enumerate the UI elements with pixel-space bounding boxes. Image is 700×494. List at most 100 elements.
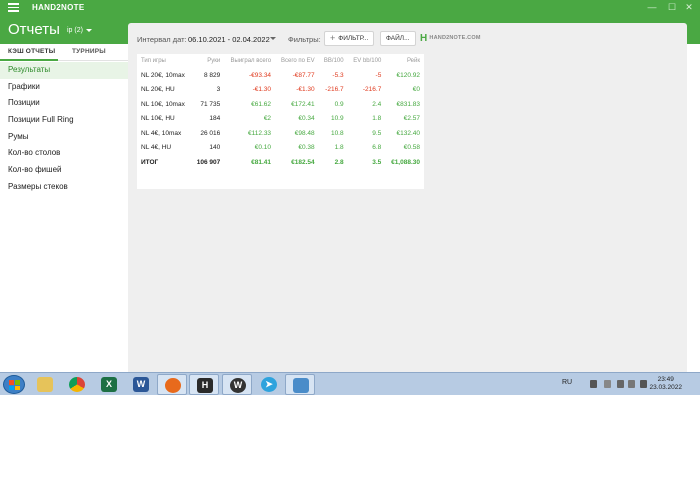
taskbar-explorer[interactable] xyxy=(30,374,60,395)
windows-logo-icon xyxy=(9,380,20,390)
sidebar-item-positions-full-ring[interactable]: Позиции Full Ring xyxy=(0,112,128,129)
report-content: Интервал дат: 06.10.2021 - 02.04.2022 Фи… xyxy=(128,23,687,372)
table-row[interactable]: NL 10€, HU 184 €2 €0.34 10.9 1.8 €2.57 xyxy=(137,112,424,127)
cell-hands: 184 xyxy=(209,115,221,123)
cell-rake: €120.92 xyxy=(396,71,421,79)
sidebar-item-results[interactable]: Результаты xyxy=(0,62,128,79)
maximize-button[interactable]: ☐ xyxy=(665,1,679,14)
battery-icon[interactable] xyxy=(628,380,635,388)
table-row[interactable]: NL 20€, 10max 8 829 -€93.34 -€87.77 -5.3 -5 €1… xyxy=(137,68,424,83)
clock-time: 23:49 xyxy=(657,376,674,383)
volume-icon[interactable] xyxy=(640,380,647,388)
taskbar-app-w[interactable]: W xyxy=(222,374,252,395)
clock-date: 23.03.2022 xyxy=(649,384,682,391)
chevron-down-icon xyxy=(85,28,92,32)
column-header-ev-total[interactable]: Всего по EV xyxy=(275,54,319,68)
column-header-hands[interactable]: Руки xyxy=(191,54,224,68)
cell-ev-total: -€1.30 xyxy=(296,86,315,94)
cell-ev-total: €172.41 xyxy=(291,100,315,108)
cell-rake: €2.57 xyxy=(403,115,420,123)
cell-game-type: NL 20€, 10max xyxy=(141,71,185,79)
sidebar-item-rooms[interactable]: Румы xyxy=(0,129,128,146)
filter-bar: Интервал дат: 06.10.2021 - 02.04.2022 Фи… xyxy=(128,23,687,51)
table-row[interactable]: NL 4€, HU 140 €0.10 €0.38 1.8 6.8 €0.58 xyxy=(137,141,424,156)
cell-won-total: €0.10 xyxy=(254,144,272,152)
hand2note-logo[interactable]: H HAND2NOTE.COM xyxy=(420,33,481,44)
cell-ev-bb100: 6.8 xyxy=(372,144,382,152)
table-total-row[interactable]: ИТОГ 106 907 €81.41 €182.54 2.8 3.5 €1,088.30 xyxy=(137,155,424,170)
cell-hands: 8 829 xyxy=(203,71,221,79)
sidebar-item-table-count[interactable]: Кол-во столов xyxy=(0,145,128,162)
system-clock[interactable]: 23:49 23.03.2022 xyxy=(649,376,682,392)
filter-button[interactable]: + ФИЛЬТР... xyxy=(324,31,375,46)
taskbar-hand2note[interactable]: H xyxy=(189,374,219,395)
cell-hands: 106 907 xyxy=(196,158,221,166)
tab-cash-reports[interactable]: КЭШ ОТЧЕТЫ xyxy=(8,48,55,55)
taskbar-firefox[interactable] xyxy=(157,374,187,395)
cell-game-type: NL 10€, HU xyxy=(141,115,175,123)
w-app-icon: W xyxy=(230,378,246,393)
column-header-won-total[interactable]: Выиграл всего xyxy=(224,54,275,68)
column-header-ev-bb100[interactable]: EV bb/100 xyxy=(348,54,386,68)
cell-ev-bb100: 1.8 xyxy=(372,115,382,123)
column-header-game-type[interactable]: Тип игры xyxy=(137,54,191,68)
network-icon[interactable] xyxy=(604,380,611,388)
cell-won-total: €81.41 xyxy=(251,158,272,166)
hand2note-mark-icon: H xyxy=(420,33,428,44)
cell-won-total: -€1.30 xyxy=(252,86,272,94)
taskbar-chrome[interactable] xyxy=(62,374,92,395)
date-interval-label: Интервал дат: xyxy=(137,35,187,44)
cell-hands: 71 735 xyxy=(200,100,221,108)
cell-hands: 3 xyxy=(216,86,221,94)
column-header-rake[interactable]: Рейк xyxy=(385,54,424,68)
cell-bb100: 2.8 xyxy=(334,158,344,166)
flag-icon[interactable] xyxy=(617,380,624,388)
column-header-bb100[interactable]: BB/100 xyxy=(319,54,348,68)
plus-icon: + xyxy=(330,33,336,43)
close-button[interactable]: ✕ xyxy=(682,1,696,14)
language-indicator[interactable]: RU xyxy=(562,379,572,386)
taskbar-word[interactable]: W xyxy=(126,374,156,395)
logo-text: HAND2NOTE.COM xyxy=(429,35,481,41)
table-body: NL 20€, 10max 8 829 -€93.34 -€87.77 -5.3 -5 €1… xyxy=(137,68,424,170)
sidebar-item-positions[interactable]: Позиции xyxy=(0,95,128,112)
excel-icon: X xyxy=(101,377,117,392)
cell-game-type: NL 20€, HU xyxy=(141,86,175,94)
firefox-icon xyxy=(165,378,181,393)
cell-won-total: €61.62 xyxy=(251,100,272,108)
filters-label: Фильтры: xyxy=(288,35,321,44)
hamburger-menu-icon[interactable] xyxy=(8,3,19,12)
cell-game-type: NL 4€, 10max xyxy=(141,129,182,137)
table-row[interactable]: NL 4€, 10max 26 016 €112.33 €98.48 10.8 9.5 €1… xyxy=(137,126,424,141)
taskbar-remote-desktop[interactable] xyxy=(285,374,315,395)
sidebar-item-chip-count[interactable]: Кол-во фишей xyxy=(0,162,128,179)
cell-game-type: NL 10€, 10max xyxy=(141,100,185,108)
cell-ev-total: -€87.77 xyxy=(292,71,315,79)
cell-ev-total: €0.38 xyxy=(298,144,315,152)
cell-bb100: -5.3 xyxy=(332,71,344,79)
table-row[interactable]: NL 10€, 10max 71 735 €61.62 €172.41 0.9 2.4 €8… xyxy=(137,97,424,112)
word-icon: W xyxy=(133,377,149,392)
profile-selector[interactable]: ip (2) xyxy=(67,27,92,34)
taskbar-telegram[interactable]: ➤ xyxy=(254,374,284,395)
sidebar-item-graphs[interactable]: Графики xyxy=(0,79,128,96)
sidebar: Результаты Графики Позиции Позиции Full … xyxy=(0,62,128,196)
date-range-picker[interactable]: 06.10.2021 - 02.04.2022 xyxy=(188,35,270,44)
filter-button-label: ФИЛЬТР... xyxy=(338,35,369,42)
start-button[interactable] xyxy=(3,375,25,394)
file-button[interactable]: ФАЙЛ... xyxy=(380,31,416,46)
tray-app-icon[interactable] xyxy=(590,380,597,388)
chrome-icon xyxy=(69,377,85,392)
tab-tournaments[interactable]: ТУРНИРЫ xyxy=(72,48,106,55)
page-title: Отчеты xyxy=(8,21,60,38)
cell-ev-bb100: -5 xyxy=(375,71,382,79)
cell-ev-total: €182.54 xyxy=(291,158,315,166)
taskbar-excel[interactable]: X xyxy=(94,374,124,395)
cell-rake: €831.83 xyxy=(396,100,421,108)
title-bar: HAND2NOTE — ☐ ✕ xyxy=(0,0,700,15)
minimize-button[interactable]: — xyxy=(645,1,659,14)
chevron-down-icon[interactable] xyxy=(270,37,276,40)
hand2note-app-icon: H xyxy=(197,378,213,393)
sidebar-item-stack-sizes[interactable]: Размеры стеков xyxy=(0,179,128,196)
table-row[interactable]: NL 20€, HU 3 -€1.30 -€1.30 -216.7 -216.7 €0 xyxy=(137,83,424,98)
